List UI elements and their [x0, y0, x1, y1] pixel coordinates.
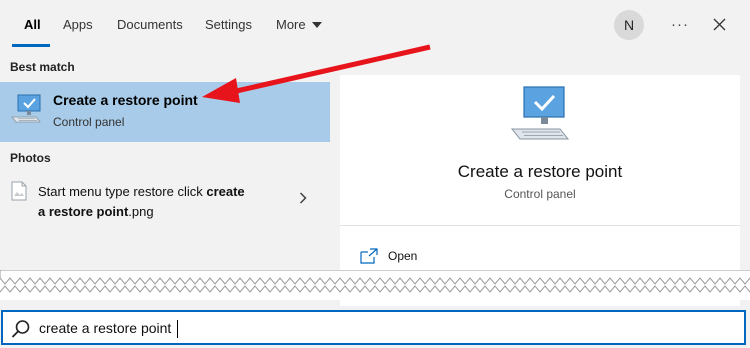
text-caret — [177, 320, 178, 338]
search-input[interactable] — [39, 316, 699, 340]
close-icon — [713, 18, 725, 30]
caret-down-icon — [311, 21, 322, 28]
tab-apps[interactable]: Apps — [63, 17, 93, 32]
computer-check-icon — [510, 86, 570, 140]
open-action[interactable]: Open — [360, 248, 417, 264]
tab-more[interactable]: More — [276, 17, 322, 32]
user-avatar[interactable]: N — [614, 10, 644, 40]
open-window-icon — [360, 248, 378, 264]
tab-all[interactable]: All — [24, 17, 41, 32]
photo-result-text-bold-2: a restore point — [38, 204, 129, 219]
search-box[interactable] — [1, 310, 746, 345]
more-options-button[interactable]: ··· — [668, 12, 692, 36]
best-match-subtitle: Control panel — [53, 115, 125, 129]
tab-more-label: More — [276, 17, 306, 32]
chevron-right-icon[interactable] — [299, 192, 307, 204]
best-match-result[interactable]: Create a restore point Control panel — [0, 82, 330, 142]
best-match-title: Create a restore point — [53, 92, 198, 108]
photo-result-text-bold-1: create — [206, 184, 245, 199]
image-file-icon — [11, 181, 27, 201]
computer-check-icon — [11, 94, 41, 123]
tab-documents[interactable]: Documents — [117, 17, 183, 32]
torn-edge-separator — [0, 270, 750, 300]
search-bar-area — [0, 306, 750, 348]
photo-result[interactable]: Start menu type restore click create a r… — [0, 176, 330, 226]
search-icon — [11, 320, 30, 338]
open-action-label: Open — [388, 249, 418, 263]
photos-heading: Photos — [10, 151, 51, 165]
search-tab-bar: All Apps Documents Settings More N ··· — [0, 0, 750, 50]
preview-divider — [340, 225, 740, 226]
best-match-heading: Best match — [10, 60, 75, 74]
tab-settings[interactable]: Settings — [205, 17, 252, 32]
preview-title: Create a restore point — [457, 162, 623, 181]
preview-subtitle: Control panel — [504, 187, 576, 201]
close-button[interactable] — [708, 13, 730, 35]
photo-result-text-plain: Start menu type restore click — [38, 184, 207, 199]
photo-result-text-ext: .png — [128, 204, 154, 219]
active-tab-indicator — [12, 44, 50, 47]
photo-result-text: Start menu type restore click create a r… — [38, 182, 288, 222]
